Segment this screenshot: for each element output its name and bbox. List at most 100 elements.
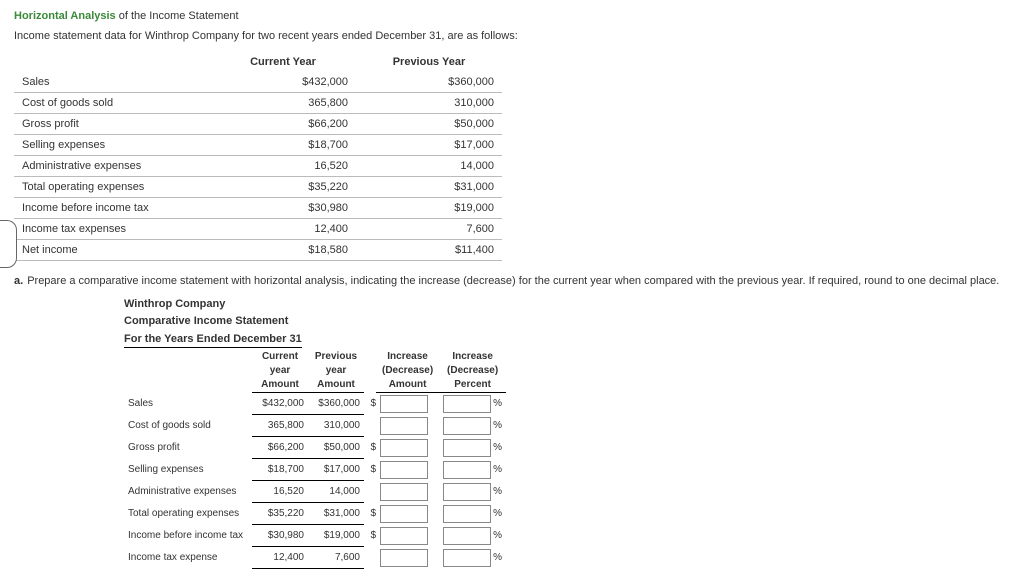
amount-cell (376, 481, 439, 503)
row-previous: 7,600 (308, 547, 364, 569)
amount-cell (376, 503, 439, 525)
row-label: Gross profit (124, 437, 252, 459)
percent-sign: % (493, 442, 502, 453)
row-label: Administrative expenses (14, 156, 210, 177)
increase-percent-input[interactable] (443, 395, 491, 413)
row-previous: $360,000 (356, 72, 502, 93)
row-current: 365,800 (252, 415, 308, 437)
table-row: Gross profit$66,200$50,000 (14, 114, 502, 135)
dollar-sign: $ (364, 459, 376, 481)
intro-text: Income statement data for Winthrop Compa… (14, 30, 1010, 42)
row-current: $432,000 (252, 392, 308, 415)
row-label: Administrative expenses (124, 481, 252, 503)
table-row: Selling expenses$18,700$17,000$% (124, 459, 506, 481)
row-current: $432,000 (210, 72, 356, 93)
row-label: Income tax expense (124, 547, 252, 569)
increase-amount-input[interactable] (380, 505, 428, 523)
increase-amount-input[interactable] (380, 483, 428, 501)
row-previous: 310,000 (308, 415, 364, 437)
amount-cell (376, 392, 439, 415)
comp-statement: Comparative Income Statement (124, 314, 288, 329)
increase-percent-input[interactable] (443, 417, 491, 435)
percent-sign: % (493, 486, 502, 497)
dollar-sign (364, 547, 376, 569)
percent-cell: % (439, 415, 506, 437)
increase-amount-input[interactable] (380, 527, 428, 545)
comparative-table: Current Previous Increase Increase year … (124, 350, 506, 570)
row-label: Gross profit (14, 114, 210, 135)
percent-sign: % (493, 552, 502, 563)
title-green: Horizontal Analysis (14, 10, 116, 22)
row-label: Sales (124, 392, 252, 415)
amount-cell (376, 459, 439, 481)
percent-cell: % (439, 437, 506, 459)
amount-cell (376, 437, 439, 459)
row-current: $66,200 (210, 114, 356, 135)
table-row: Administrative expenses16,52014,000% (124, 481, 506, 503)
row-current: $35,220 (210, 177, 356, 198)
percent-sign: % (493, 420, 502, 431)
increase-amount-input[interactable] (380, 439, 428, 457)
percent-cell: % (439, 481, 506, 503)
percent-sign: % (493, 398, 502, 409)
percent-cell: % (439, 459, 506, 481)
row-previous: $31,000 (356, 177, 502, 198)
row-previous: 14,000 (356, 156, 502, 177)
row-previous: $19,000 (356, 198, 502, 219)
dollar-sign (364, 415, 376, 437)
increase-amount-input[interactable] (380, 549, 428, 567)
row-label: Income tax expenses (14, 219, 210, 240)
increase-amount-input[interactable] (380, 395, 428, 413)
increase-percent-input[interactable] (443, 439, 491, 457)
percent-sign: % (493, 530, 502, 541)
percent-cell: % (439, 503, 506, 525)
row-current: $66,200 (252, 437, 308, 459)
increase-percent-input[interactable] (443, 483, 491, 501)
row-label: Total operating expenses (14, 177, 210, 198)
increase-percent-input[interactable] (443, 505, 491, 523)
percent-sign: % (493, 508, 502, 519)
col-previous-year: Previous Year (356, 52, 502, 72)
row-label: Sales (14, 72, 210, 93)
increase-percent-input[interactable] (443, 527, 491, 545)
row-current: 12,400 (210, 219, 356, 240)
title-plain: of the Income Statement (116, 10, 239, 22)
row-previous: $50,000 (308, 437, 364, 459)
increase-percent-input[interactable] (443, 461, 491, 479)
comp-company: Winthrop Company (124, 297, 225, 312)
row-current: 16,520 (252, 481, 308, 503)
percent-cell: % (439, 392, 506, 415)
increase-percent-input[interactable] (443, 549, 491, 567)
dollar-sign: $ (364, 392, 376, 415)
row-current: $35,220 (252, 503, 308, 525)
table-row: Total operating expenses$35,220$31,000 (14, 177, 502, 198)
row-label: Selling expenses (14, 135, 210, 156)
increase-amount-input[interactable] (380, 461, 428, 479)
table-row: Sales$432,000$360,000$% (124, 392, 506, 415)
instruction-text: Prepare a comparative income statement w… (27, 275, 999, 287)
row-current: $18,580 (210, 240, 356, 261)
col-current-year: Current Year (210, 52, 356, 72)
feedback-tab[interactable] (0, 220, 17, 268)
row-previous: 310,000 (356, 93, 502, 114)
row-current: $30,980 (210, 198, 356, 219)
table-row: Total operating expenses$35,220$31,000$% (124, 503, 506, 525)
row-label: Total operating expenses (124, 503, 252, 525)
row-previous: $11,400 (356, 240, 502, 261)
instruction: a. Prepare a comparative income statement… (14, 275, 1010, 287)
table-row: Selling expenses$18,700$17,000 (14, 135, 502, 156)
row-label: Selling expenses (124, 459, 252, 481)
increase-amount-input[interactable] (380, 417, 428, 435)
row-previous: $17,000 (356, 135, 502, 156)
instruction-letter: a. (14, 275, 23, 287)
row-current: $18,700 (210, 135, 356, 156)
page-title: Horizontal Analysis of the Income Statem… (14, 10, 1010, 22)
row-label: Cost of goods sold (124, 415, 252, 437)
amount-cell (376, 547, 439, 569)
dollar-sign: $ (364, 437, 376, 459)
row-previous: $31,000 (308, 503, 364, 525)
dollar-sign (364, 481, 376, 503)
row-label: Cost of goods sold (14, 93, 210, 114)
row-previous: $360,000 (308, 392, 364, 415)
table-row: Cost of goods sold365,800310,000% (124, 415, 506, 437)
